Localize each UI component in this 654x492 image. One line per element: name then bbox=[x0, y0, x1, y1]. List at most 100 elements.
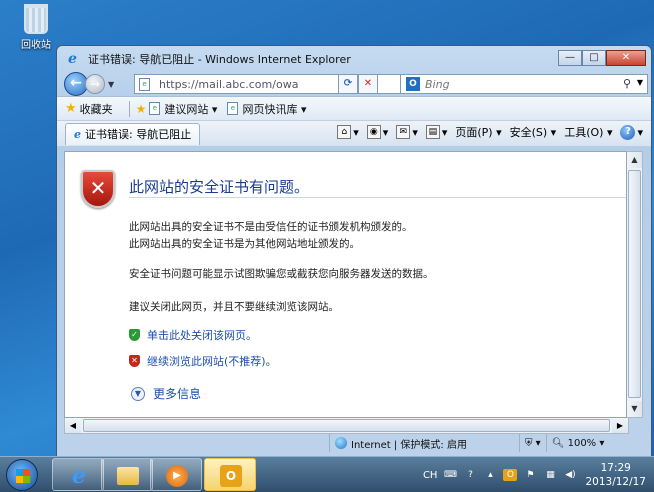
print-button[interactable]: ▤ ▾ bbox=[425, 125, 447, 139]
zone-label: Internet | 保护模式: 启用 bbox=[351, 439, 467, 451]
taskbar-outlook-button[interactable]: O bbox=[204, 458, 256, 491]
taskbar-media-player-button[interactable]: ▶ bbox=[150, 458, 202, 491]
search-icon[interactable]: ⚲ bbox=[623, 77, 631, 90]
suggested-sites-button[interactable]: e 建议网站 ▾ bbox=[149, 101, 217, 117]
zoom-button[interactable]: 🔍︎ 100% ▾ bbox=[545, 434, 610, 452]
add-favorite-icon[interactable]: ★ bbox=[136, 102, 147, 116]
vertical-scroll-thumb[interactable] bbox=[628, 170, 641, 398]
refresh-button[interactable]: ⟳ bbox=[338, 74, 358, 94]
title-bar[interactable]: e 证书错误: 导航已阻止 - Windows Internet Explore… bbox=[64, 46, 646, 72]
outlook-tray-icon[interactable]: O bbox=[503, 469, 518, 481]
clock[interactable]: 17:29 2013/12/17 bbox=[585, 461, 646, 489]
command-bar: ⌂ ▾ ◉ ▾ ✉ ▾ ▤ ▾ 页面(P) ▾ 安全(S) ▾ 工具(O) ▾ ? ▾ bbox=[329, 124, 643, 140]
keyboard-icon[interactable]: ⌨ bbox=[443, 469, 457, 481]
home-icon: ⌂ bbox=[337, 125, 352, 139]
ie-window: e 证书错误: 导航已阻止 - Windows Internet Explore… bbox=[56, 45, 652, 457]
search-box[interactable]: O Bing ⚲ ▼ bbox=[400, 74, 648, 94]
forward-button[interactable]: → bbox=[85, 74, 105, 94]
error-line-4: 建议关闭此网页，并且不要继续浏览该网站。 bbox=[129, 301, 339, 313]
ie-icon: e bbox=[72, 463, 86, 489]
favorites-button[interactable]: ★ 收藏夹 bbox=[65, 101, 113, 117]
feeds-button[interactable]: ◉ ▾ bbox=[366, 125, 388, 139]
error-description: 此网站出具的安全证书不是由受信任的证书颁发机构颁发的。 此网站出具的安全证书是为… bbox=[129, 219, 413, 253]
error-line-2: 此网站出具的安全证书是为其他网站地址颁发的。 bbox=[129, 238, 360, 250]
volume-icon[interactable]: ◀) bbox=[563, 469, 577, 481]
start-button[interactable] bbox=[6, 459, 38, 491]
history-dropdown-icon[interactable]: ▼ bbox=[108, 80, 114, 89]
divider bbox=[128, 100, 130, 117]
tab-bar: e 证书错误: 导航已阻止 ⌂ ▾ ◉ ▾ ✉ ▾ ▤ ▾ 页面(P) ▾ 安全(S) … bbox=[57, 120, 651, 146]
scroll-down-icon[interactable]: ▼ bbox=[627, 401, 642, 417]
mail-icon: ✉ bbox=[396, 125, 411, 139]
tab-label: 证书错误: 导航已阻止 bbox=[85, 128, 192, 141]
horizontal-scrollbar[interactable]: ◀ ▶ bbox=[64, 418, 629, 434]
media-player-icon: ▶ bbox=[166, 465, 188, 487]
continue-link[interactable]: ✕ 继续浏览此网站(不推荐)。 bbox=[129, 353, 277, 369]
outlook-search-icon: O bbox=[406, 77, 420, 91]
favorites-bar: ★ 收藏夹 ★ e 建议网站 ▾ e 网页快讯库 ▾ bbox=[57, 96, 651, 120]
tray-expand-icon[interactable]: ▴ bbox=[483, 469, 497, 481]
ie-icon: e bbox=[74, 127, 81, 141]
windows-logo-icon bbox=[16, 469, 30, 483]
page-menu[interactable]: 页面(P) ▾ bbox=[455, 124, 501, 140]
search-dropdown-icon[interactable]: ▼ bbox=[637, 78, 643, 87]
globe-icon bbox=[335, 437, 347, 449]
error-line-1: 此网站出具的安全证书不是由受信任的证书颁发机构颁发的。 bbox=[129, 221, 413, 233]
web-slice-gallery-button[interactable]: e 网页快讯库 ▾ bbox=[227, 101, 306, 117]
stop-button[interactable]: ✕ bbox=[358, 74, 378, 94]
close-button[interactable]: ✕ bbox=[606, 50, 646, 66]
printer-icon: ▤ bbox=[425, 125, 440, 139]
shield-icon: ⛨ bbox=[525, 437, 533, 449]
help-button[interactable]: ? ▾ bbox=[620, 124, 643, 140]
error-shield-icon: ✕ bbox=[81, 170, 115, 208]
error-line-3: 安全证书问题可能显示试图欺骗您或截获您向服务器发送的数据。 bbox=[129, 268, 434, 280]
page-icon: e bbox=[149, 102, 161, 115]
favorites-star-icon: ★ bbox=[65, 101, 77, 116]
scroll-right-icon[interactable]: ▶ bbox=[612, 418, 628, 433]
minimize-button[interactable]: — bbox=[558, 50, 582, 66]
recycle-bin-icon bbox=[24, 4, 48, 34]
safety-menu[interactable]: 安全(S) ▾ bbox=[510, 124, 557, 140]
help-icon: ? bbox=[620, 124, 636, 140]
close-page-link[interactable]: ✓ 单击此处关闭该网页。 bbox=[129, 327, 257, 343]
window-title: 证书错误: 导航已阻止 - Windows Internet Explorer bbox=[88, 53, 351, 66]
taskbar-explorer-button[interactable] bbox=[101, 458, 153, 491]
scroll-left-icon[interactable]: ◀ bbox=[65, 418, 81, 433]
horizontal-scroll-thumb[interactable] bbox=[83, 419, 610, 432]
page-content: ✕ 此网站的安全证书有问题。 此网站出具的安全证书不是由受信任的证书颁发机构颁发… bbox=[64, 151, 627, 418]
page-icon: e bbox=[227, 102, 239, 115]
action-center-icon[interactable]: ⚑ bbox=[523, 469, 537, 481]
page-icon: e bbox=[139, 77, 150, 91]
zoom-icon: 🔍︎ bbox=[551, 437, 565, 449]
address-buttons: ⟳ ✕ bbox=[338, 74, 378, 94]
green-shield-icon: ✓ bbox=[129, 329, 140, 341]
protected-mode-button[interactable]: ⛨ ▾ bbox=[519, 434, 546, 452]
mail-button[interactable]: ✉ ▾ bbox=[396, 125, 418, 139]
divider bbox=[129, 197, 626, 198]
taskbar: e ▶ O CH ⌨ ? ▴ O ⚑ ▦ ◀) 17:29 2013/12/17 bbox=[0, 456, 654, 492]
tools-menu[interactable]: 工具(O) ▾ bbox=[564, 124, 612, 140]
network-icon[interactable]: ▦ bbox=[543, 469, 557, 481]
taskbar-ie-button[interactable]: e bbox=[52, 458, 104, 491]
help-icon[interactable]: ? bbox=[463, 469, 477, 481]
search-input[interactable]: Bing bbox=[425, 78, 450, 91]
address-input[interactable]: https://mail.abc.com/owa bbox=[159, 78, 298, 91]
window-controls: — □ ✕ bbox=[558, 50, 646, 66]
more-info-toggle[interactable]: ▼ 更多信息 bbox=[131, 385, 201, 402]
close-page-label: 单击此处关闭该网页。 bbox=[147, 329, 257, 342]
zoom-level: 100% bbox=[567, 437, 597, 449]
zone-indicator[interactable]: Internet | 保护模式: 启用 bbox=[329, 434, 519, 452]
maximize-button[interactable]: □ bbox=[582, 50, 606, 66]
scroll-up-icon[interactable]: ▲ bbox=[627, 152, 642, 168]
navigation-row: ← → ▼ e https://mail.abc.com/owa ⟳ ✕ O B… bbox=[64, 72, 648, 96]
recycle-bin[interactable]: 回收站 bbox=[8, 4, 64, 51]
tab-cert-error[interactable]: e 证书错误: 导航已阻止 bbox=[65, 122, 201, 145]
web-slice-label: 网页快讯库 ▾ bbox=[242, 102, 307, 116]
continue-label: 继续浏览此网站(不推荐)。 bbox=[147, 355, 277, 368]
language-indicator[interactable]: CH bbox=[423, 470, 438, 481]
vertical-scrollbar[interactable]: ▲ ▼ bbox=[627, 151, 643, 418]
rss-icon: ◉ bbox=[366, 125, 381, 139]
outlook-icon: O bbox=[220, 465, 242, 487]
chevron-down-icon: ▼ bbox=[131, 386, 145, 401]
home-button[interactable]: ⌂ ▾ bbox=[337, 125, 359, 139]
